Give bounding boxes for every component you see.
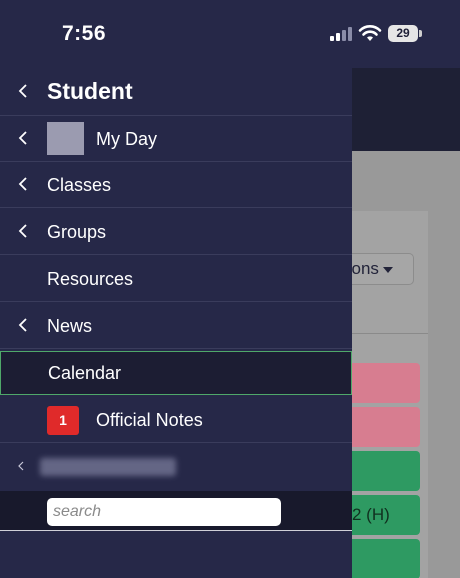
chevron-left-icon[interactable] [17, 84, 29, 98]
calendar-cell[interactable] [352, 451, 420, 491]
notification-badge: 1 [47, 406, 79, 435]
calendar-cell[interactable] [352, 363, 420, 403]
wifi-icon [358, 25, 382, 41]
chevron-left-icon[interactable] [17, 460, 25, 472]
drawer-item-label: Groups [47, 222, 107, 242]
navigation-drawer: Student My Day Classes Groups Resources … [0, 68, 352, 578]
search-input[interactable] [47, 498, 281, 526]
drawer-item-label: Classes [47, 175, 112, 195]
caret-down-icon [382, 266, 393, 273]
drawer-item-groups[interactable]: Groups [0, 209, 352, 255]
calendar-cell[interactable]: 2 (H) [352, 495, 420, 535]
battery-nub [419, 30, 422, 37]
drawer-item-classes[interactable]: Classes [0, 162, 352, 208]
drawer-header[interactable]: Student [0, 68, 352, 116]
chevron-left-icon[interactable] [17, 131, 29, 145]
status-bar: 7:56 29 [0, 0, 460, 68]
options-button-label: tions [352, 259, 379, 278]
chevron-left-icon[interactable] [17, 224, 29, 238]
background-header [352, 68, 460, 151]
search-bar [0, 491, 352, 531]
drawer-item-user[interactable] [0, 444, 352, 490]
battery-icon: 29 [388, 25, 418, 42]
chevron-left-icon[interactable] [17, 318, 29, 332]
background-page[interactable]: tions 2 (H) [352, 68, 460, 578]
options-button[interactable]: tions [352, 253, 414, 285]
drawer-title: Student [47, 78, 133, 104]
drawer-item-label: News [47, 316, 93, 336]
drawer-item-label: My Day [96, 129, 158, 149]
calendar-cell[interactable] [352, 407, 420, 447]
cellular-signal-icon [330, 27, 352, 41]
redacted-name [40, 458, 176, 476]
drawer-item-calendar[interactable]: Calendar [0, 351, 352, 395]
calendar-cell[interactable] [352, 539, 420, 578]
drawer-item-news[interactable]: News [0, 303, 352, 349]
avatar [47, 122, 84, 155]
chevron-left-icon[interactable] [17, 177, 29, 191]
drawer-item-label: Calendar [48, 363, 122, 383]
drawer-item-label: Resources [47, 269, 134, 289]
status-time: 7:56 [62, 22, 107, 45]
drawer-item-label: Official Notes [96, 410, 203, 430]
drawer-item-resources[interactable]: Resources [0, 256, 352, 302]
drawer-item-official-notes[interactable]: 1 Official Notes [0, 397, 352, 443]
drawer-item-my-day[interactable]: My Day [0, 116, 352, 162]
background-divider [352, 333, 428, 334]
